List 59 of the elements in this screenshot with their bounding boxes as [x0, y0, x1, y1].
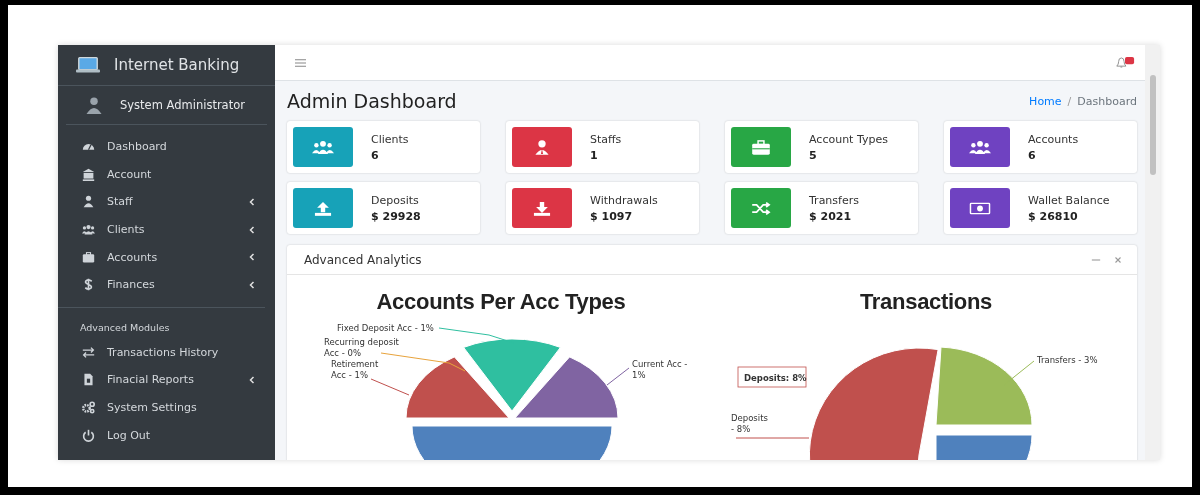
bank-icon — [82, 167, 95, 181]
dollar-icon — [82, 278, 95, 292]
users-icon — [82, 223, 95, 237]
stat-value: $ 2021 — [809, 209, 853, 223]
chart-title: Transactions — [859, 289, 993, 314]
scrollbar[interactable] — [1145, 45, 1160, 460]
breadcrumb-separator: / — [1067, 94, 1072, 108]
document-icon — [82, 373, 95, 387]
panel-title: Advanced Analytics — [304, 252, 422, 267]
current-page-label: Dashboard — [1077, 94, 1137, 108]
chart-tooltip: Deposits: 8% — [737, 366, 807, 388]
nav-item[interactable]: Accounts — [58, 243, 275, 271]
nav-item[interactable]: Staff — [58, 188, 275, 216]
exchange-arrows-icon — [82, 345, 95, 359]
stat-label: Account Types — [809, 132, 888, 146]
menu-icon[interactable] — [295, 57, 306, 68]
breadcrumb-link[interactable]: Home — [1029, 94, 1062, 108]
power-icon — [82, 428, 95, 442]
slice-label: Fixed Deposit Acc - 1% — [337, 323, 434, 333]
stat-value: 1 — [590, 148, 599, 162]
nav-item[interactable]: Finacial Reports — [58, 366, 275, 394]
slice-label: Current Acc - 1% — [632, 359, 688, 380]
stat-label: Wallet Balance — [1028, 193, 1110, 207]
stat-value: $ 26810 — [1028, 209, 1079, 223]
slice-label: Recurring deposit Acc - 0% — [324, 337, 399, 358]
slice-label: Retirement Acc - 1% — [331, 359, 379, 380]
stat-label: Transfers — [809, 193, 859, 207]
laptop-icon — [76, 56, 100, 74]
section-heading: Advanced Modules — [58, 306, 265, 339]
close-icon[interactable] — [1113, 254, 1123, 265]
stat-value: 6 — [371, 148, 380, 162]
stat-value: $ 29928 — [371, 209, 421, 223]
leader-line — [370, 378, 410, 396]
user-name[interactable]: System Administrator — [120, 98, 245, 112]
leader-line — [606, 367, 630, 386]
nav-item[interactable]: Clients — [58, 215, 275, 244]
nav-item[interactable]: System Settings — [58, 393, 275, 422]
nav-item[interactable]: Dashboard — [58, 133, 275, 161]
stat-value: 5 — [809, 148, 818, 162]
stat-label: Clients — [371, 132, 409, 146]
notification-bell-icon[interactable] — [1115, 56, 1135, 69]
stat-label: Accounts — [1028, 132, 1079, 146]
stat-value: 6 — [1028, 148, 1037, 162]
stat-label: Staffs — [590, 132, 622, 146]
slice-label: Transfers - 3% — [1037, 355, 1098, 365]
nav-item[interactable]: Log Out — [58, 421, 275, 449]
briefcase-icon — [82, 250, 95, 264]
nav-item[interactable]: Account — [58, 160, 275, 189]
page-title: Admin Dashboard — [287, 90, 457, 112]
nav-item[interactable]: Finances — [58, 270, 275, 299]
brand-name[interactable]: Internet Banking — [114, 56, 240, 74]
chart-title: Accounts Per Acc Types — [376, 289, 626, 314]
stat-label: Withdrawals — [590, 193, 658, 207]
slice-label: Deposits - 8% — [731, 413, 768, 434]
nav-item[interactable]: Transactions History — [58, 338, 275, 367]
settings-icon — [82, 401, 95, 415]
stat-value: $ 1097 — [590, 209, 634, 223]
person-icon — [82, 195, 95, 209]
stat-label: Deposits — [371, 193, 420, 207]
